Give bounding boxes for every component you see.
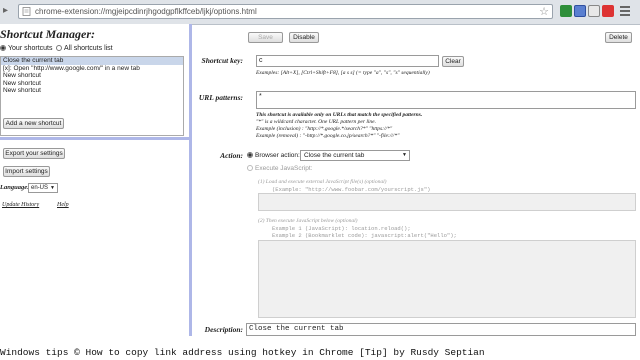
page-icon bbox=[22, 7, 31, 16]
url-note-3: Example (inclusion) : "http://*.google.*… bbox=[256, 126, 393, 132]
bookmark-star-icon[interactable]: ☆ bbox=[539, 5, 549, 18]
shortcut-examples: Examples: [Alt+X], [Ctrl+Shift+F8], [a s… bbox=[256, 70, 430, 76]
load-external-example: (Example: "http://www.foobar.com/yourscr… bbox=[272, 186, 431, 193]
url-note-4: Example (removal) : "-http://*.google.co… bbox=[256, 133, 400, 139]
extension-icon-4[interactable] bbox=[602, 5, 614, 17]
radio-your-icon bbox=[0, 45, 6, 52]
url-note-1: This shortcut is available only on URLs … bbox=[256, 112, 423, 118]
action-label: Action: bbox=[220, 151, 243, 160]
shortcut-key-label: Shortcut key: bbox=[201, 56, 243, 65]
help-link[interactable]: Help bbox=[57, 202, 69, 208]
list-item[interactable]: New shortcut bbox=[1, 80, 183, 88]
radio-all-icon bbox=[56, 45, 62, 52]
disable-button[interactable]: Disable bbox=[289, 32, 319, 43]
radio-your-label: Your shortcuts bbox=[8, 45, 53, 52]
radio-all-label: All shortcuts list bbox=[64, 45, 113, 52]
back-icon[interactable]: ▸ bbox=[3, 6, 13, 16]
shortcut-key-input[interactable]: c bbox=[256, 55, 439, 67]
radio-browser-action-icon bbox=[247, 152, 253, 159]
extension-icon-1[interactable] bbox=[560, 5, 572, 17]
address-url: chrome-extension://mgjeipcdinrjhgodgpflk… bbox=[35, 7, 257, 16]
import-settings-button[interactable]: Import settings bbox=[3, 166, 50, 177]
list-item[interactable]: New shortcut bbox=[1, 72, 183, 80]
clear-button[interactable]: Clear bbox=[442, 56, 464, 67]
menu-icon[interactable] bbox=[620, 6, 630, 16]
radio-all-shortcuts[interactable]: All shortcuts list bbox=[56, 45, 113, 52]
sidebar-section-divider bbox=[0, 137, 189, 140]
save-button[interactable]: Save bbox=[248, 32, 283, 43]
delete-button[interactable]: Delete bbox=[605, 32, 632, 43]
browser-action-label: Browser action: bbox=[255, 152, 300, 159]
address-bar[interactable]: chrome-extension://mgjeipcdinrjhgodgpflk… bbox=[18, 4, 553, 19]
sidebar: Shortcut Manager: Your shortcuts All sho… bbox=[0, 24, 189, 336]
browser-action-select[interactable]: Close the current tab ▼ bbox=[300, 150, 410, 161]
video-caption: Windows tips © How to copy link address … bbox=[0, 347, 485, 358]
update-history-link[interactable]: Update History bbox=[2, 202, 39, 208]
url-patterns-input[interactable]: * bbox=[256, 91, 636, 109]
list-item[interactable]: New shortcut bbox=[1, 87, 183, 95]
url-note-2: "*" is a wildcard character. One URL pat… bbox=[256, 119, 376, 125]
extension-icon-3[interactable] bbox=[588, 5, 600, 17]
description-label: Description: bbox=[204, 325, 243, 334]
radio-your-shortcuts[interactable]: Your shortcuts bbox=[0, 45, 53, 52]
sidebar-title: Shortcut Manager: bbox=[0, 27, 96, 41]
extension-icon-2[interactable] bbox=[574, 5, 586, 17]
language-value: en-US bbox=[31, 185, 49, 191]
browser-toolbar: ▸ chrome-extension://mgjeipcdinrjhgodgpf… bbox=[0, 0, 640, 25]
add-shortcut-button[interactable]: Add a new shortcut bbox=[3, 118, 64, 129]
then-execute-example-2: Example 2 (Bookmarklet code): javascript… bbox=[272, 232, 457, 239]
load-external-label: (1) Load and execute external JavaScript… bbox=[258, 179, 387, 185]
chevron-down-icon: ▼ bbox=[402, 152, 407, 158]
list-item[interactable]: Close the current tab bbox=[1, 57, 183, 65]
execute-js-label: Execute JavaScript: bbox=[255, 165, 313, 172]
radio-browser-action[interactable]: Browser action: bbox=[247, 152, 300, 159]
radio-execute-js[interactable]: Execute JavaScript: bbox=[247, 165, 312, 172]
browser-action-value: Close the current tab bbox=[304, 152, 365, 159]
then-execute-label: (2) Then execute JavaScript below (optio… bbox=[258, 218, 358, 224]
chevron-down-icon: ▼ bbox=[50, 185, 55, 191]
description-input[interactable]: Close the current tab bbox=[246, 323, 636, 336]
radio-execute-js-icon bbox=[247, 165, 253, 172]
language-select[interactable]: en-US ▼ bbox=[28, 183, 58, 193]
then-execute-example-1: Example 1 (JavaScript): location.reload(… bbox=[272, 225, 411, 232]
sidebar-divider bbox=[189, 24, 192, 336]
list-item[interactable]: [x]: Open "http://www.google.com/" in a … bbox=[1, 65, 183, 73]
javascript-code-input[interactable] bbox=[258, 240, 636, 318]
url-patterns-label: URL patterns: bbox=[198, 93, 243, 102]
export-settings-button[interactable]: Export your settings bbox=[3, 148, 65, 159]
external-js-input[interactable] bbox=[258, 193, 636, 211]
language-label: Language: bbox=[0, 184, 30, 191]
